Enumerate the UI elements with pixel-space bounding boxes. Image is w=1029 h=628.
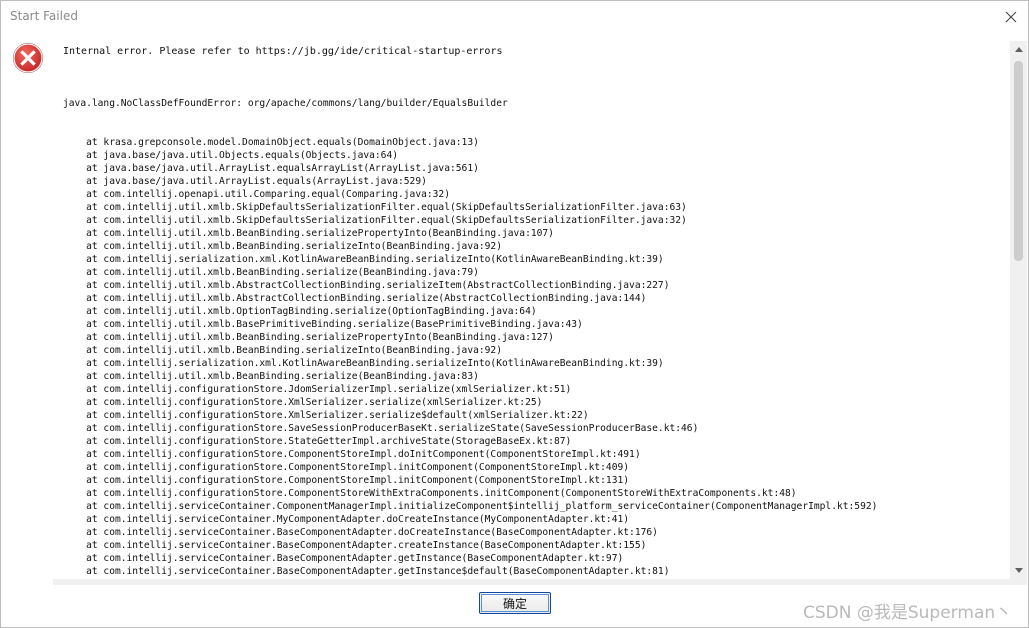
scroll-down-button[interactable] bbox=[1010, 562, 1027, 579]
stack-trace-line: at com.intellij.util.xmlb.BasePrimitiveB… bbox=[63, 319, 583, 330]
scroll-thumb[interactable] bbox=[1014, 61, 1023, 261]
chevron-down-icon bbox=[1014, 568, 1023, 573]
ok-button[interactable]: 确定 bbox=[479, 592, 551, 614]
watermark: CSDN @我是Superman丶 bbox=[803, 603, 1013, 623]
stack-trace-line: at com.intellij.configurationStore.XmlSe… bbox=[63, 397, 543, 408]
stack-trace-line: at com.intellij.serialization.xml.Kotlin… bbox=[63, 254, 664, 265]
scrollbar-corner bbox=[1010, 579, 1027, 585]
stack-trace-line: at com.intellij.util.xmlb.BeanBinding.se… bbox=[63, 228, 554, 239]
stack-trace-line: at com.intellij.serviceContainer.BaseCom… bbox=[63, 553, 624, 564]
stack-trace-line: at com.intellij.configurationStore.State… bbox=[63, 436, 572, 447]
start-failed-dialog: Start Failed Internal error. Please refe… bbox=[0, 0, 1029, 628]
stack-trace-line: at com.intellij.configurationStore.Compo… bbox=[63, 475, 630, 486]
stack-trace: java.lang.NoClassDefFoundError: org/apac… bbox=[63, 71, 877, 579]
stack-trace-line: at com.intellij.serialization.xml.Kotlin… bbox=[63, 358, 664, 369]
stack-trace-line: at java.base/java.util.ArrayList.equalsA… bbox=[63, 163, 479, 174]
stack-trace-line: at com.intellij.configurationStore.Compo… bbox=[63, 462, 630, 473]
stack-trace-line: at com.intellij.util.xmlb.BeanBinding.se… bbox=[63, 332, 554, 343]
stack-trace-line: at com.intellij.util.xmlb.BeanBinding.se… bbox=[63, 371, 479, 382]
close-icon bbox=[1005, 11, 1017, 23]
stack-trace-line: at krasa.grepconsole.model.DomainObject.… bbox=[63, 137, 479, 148]
stack-trace-line: at com.intellij.util.xmlb.BeanBinding.se… bbox=[63, 267, 479, 278]
message-area: Internal error. Please refer to https://… bbox=[53, 41, 1010, 579]
title-bar: Start Failed bbox=[1, 1, 1028, 33]
stack-trace-line: at com.intellij.util.xmlb.OptionTagBindi… bbox=[63, 306, 537, 317]
error-icon bbox=[12, 42, 44, 74]
stack-trace-line: at com.intellij.util.xmlb.AbstractCollec… bbox=[63, 293, 647, 304]
stack-trace-line: at com.intellij.configurationStore.JdomS… bbox=[63, 384, 572, 395]
horizontal-scrollbar[interactable] bbox=[53, 579, 1010, 585]
stack-trace-line: at com.intellij.serviceContainer.Compone… bbox=[63, 501, 878, 512]
scroll-up-button[interactable] bbox=[1010, 41, 1027, 58]
exception-line: java.lang.NoClassDefFoundError: org/apac… bbox=[63, 98, 508, 109]
stack-trace-line: at com.intellij.util.xmlb.BeanBinding.se… bbox=[63, 241, 502, 252]
stack-trace-line: at com.intellij.util.xmlb.SkipDefaultsSe… bbox=[63, 202, 687, 213]
stack-trace-line: at com.intellij.configurationStore.Compo… bbox=[63, 488, 797, 499]
stack-trace-line: at com.intellij.configurationStore.XmlSe… bbox=[63, 410, 589, 421]
stack-trace-line: at com.intellij.configurationStore.Compo… bbox=[63, 449, 641, 460]
stack-trace-line: at com.intellij.util.xmlb.AbstractCollec… bbox=[63, 280, 670, 291]
stack-trace-line: at com.intellij.util.xmlb.SkipDefaultsSe… bbox=[63, 215, 687, 226]
stack-trace-line: at com.intellij.openapi.util.Comparing.e… bbox=[63, 189, 450, 200]
stack-trace-line: at java.base/java.util.ArrayList.equals(… bbox=[63, 176, 427, 187]
error-message: Internal error. Please refer to https://… bbox=[63, 46, 503, 57]
stack-trace-line: at com.intellij.serviceContainer.BaseCom… bbox=[63, 566, 670, 577]
vertical-scrollbar[interactable] bbox=[1010, 41, 1027, 579]
chevron-up-icon bbox=[1014, 47, 1023, 52]
stack-trace-line: at com.intellij.util.xmlb.BeanBinding.se… bbox=[63, 345, 502, 356]
close-button[interactable] bbox=[994, 1, 1028, 33]
stack-trace-line: at com.intellij.configurationStore.SaveS… bbox=[63, 423, 699, 434]
window-title: Start Failed bbox=[10, 9, 78, 23]
stack-trace-line: at com.intellij.serviceContainer.MyCompo… bbox=[63, 514, 630, 525]
stack-trace-line: at java.base/java.util.Objects.equals(Ob… bbox=[63, 150, 399, 161]
stack-trace-line: at com.intellij.serviceContainer.BaseCom… bbox=[63, 540, 647, 551]
stack-trace-line: at com.intellij.serviceContainer.BaseCom… bbox=[63, 527, 658, 538]
